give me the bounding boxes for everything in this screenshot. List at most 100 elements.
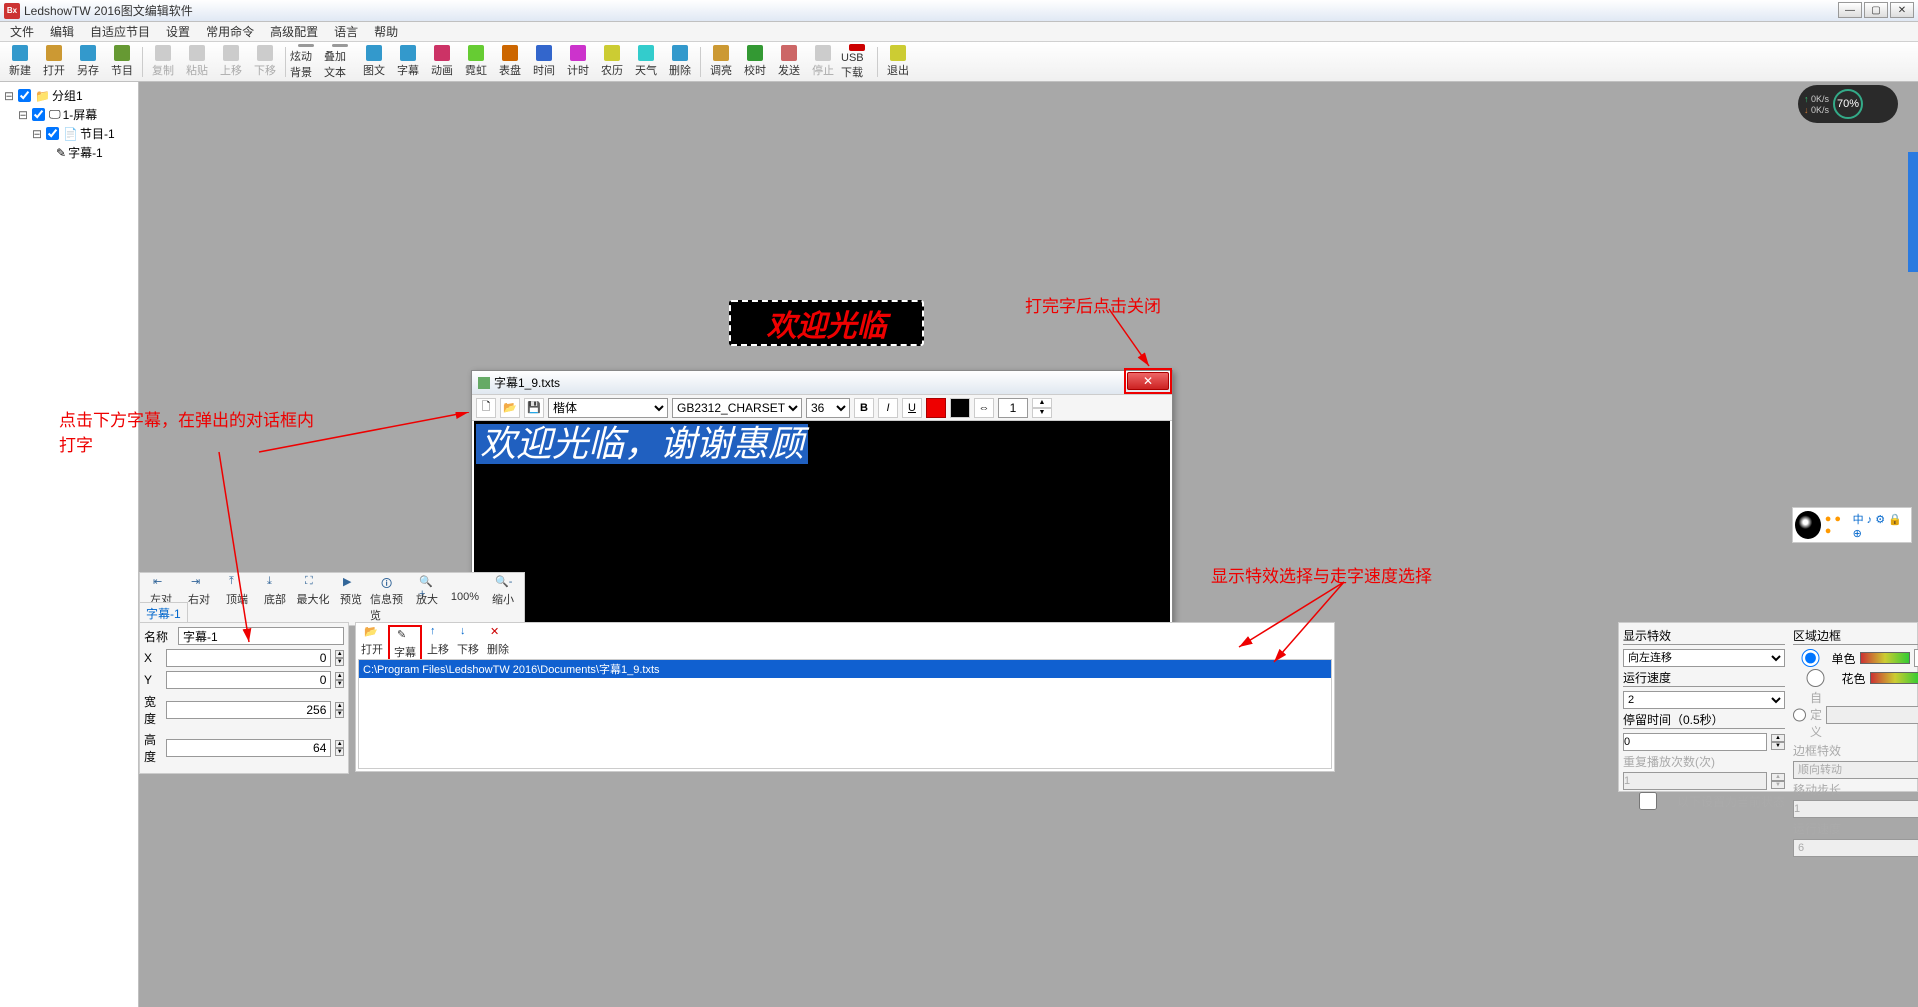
network-widget: ↑ 0K/s ↓ 0K/s 70%	[1798, 85, 1898, 123]
menu-settings[interactable]: 设置	[160, 21, 196, 42]
new-file-icon[interactable]: 🗋	[476, 398, 496, 418]
spacing-up[interactable]: ▲	[1032, 398, 1052, 408]
effect-select[interactable]: 向左连移	[1623, 649, 1785, 667]
color-black-button[interactable]	[950, 398, 970, 418]
toolbar-天气[interactable]: 天气	[630, 44, 662, 80]
fontsize-select[interactable]: 36	[806, 398, 850, 418]
border-effect-select: 顺向转动	[1793, 761, 1918, 779]
menu-language[interactable]: 语言	[328, 21, 364, 42]
toolbar-下移: 下移	[249, 44, 281, 80]
toolbar-叠加文本[interactable]: 叠加文本	[324, 44, 356, 80]
fp-up[interactable]: ↑上移	[424, 625, 452, 657]
fp-open[interactable]: 📂打开	[358, 625, 386, 657]
menu-help[interactable]: 帮助	[368, 21, 404, 42]
fp-subtitle[interactable]: ✎字幕	[391, 628, 419, 660]
toolbar-复制: 复制	[147, 44, 179, 80]
prop-y[interactable]	[166, 671, 331, 689]
toolbar-校时[interactable]: 校时	[739, 44, 771, 80]
minimize-button[interactable]: —	[1838, 2, 1862, 18]
border-flower-radio[interactable]	[1793, 669, 1838, 687]
menu-file[interactable]: 文件	[4, 21, 40, 42]
speed-select[interactable]: 2	[1623, 691, 1785, 709]
toolbar-表盘[interactable]: 表盘	[494, 44, 526, 80]
tree-group[interactable]: ⊟📁分组1	[4, 86, 134, 105]
single-val[interactable]: 1	[1914, 649, 1918, 667]
annotation-bottomright: 显示特效选择与走字速度选择	[1211, 562, 1432, 587]
tree-screen[interactable]: ⊟🖵1-屏幕	[4, 105, 134, 124]
tree-group-check[interactable]	[18, 89, 31, 102]
menu-edit[interactable]: 编辑	[44, 21, 80, 42]
font-select[interactable]: 楷体	[548, 398, 668, 418]
save-file-icon[interactable]: 💾	[524, 398, 544, 418]
underline-button[interactable]: U	[902, 398, 922, 418]
viewtool-信息预览[interactable]: 🛈信息预览	[370, 575, 408, 623]
charset-select[interactable]: GB2312_CHARSET	[672, 398, 802, 418]
color-red-button[interactable]	[926, 398, 946, 418]
file-list[interactable]: C:\Program Files\LedshowTW 2016\Document…	[358, 659, 1332, 769]
viewtool-100%[interactable]: 100%	[446, 575, 484, 623]
menu-autofit[interactable]: 自适应节目	[84, 21, 156, 42]
dialog-icon	[478, 377, 490, 389]
viewtool-预览[interactable]: ▶预览	[332, 575, 370, 623]
dialog-close-button[interactable]: ✕	[1127, 372, 1169, 390]
prop-name[interactable]	[178, 627, 344, 645]
open-file-icon[interactable]: 📂	[500, 398, 520, 418]
prop-height[interactable]	[166, 739, 331, 757]
qq-widget[interactable]: ● ● ● 中 ♪ ⚙ 🔒 ⊕	[1792, 507, 1912, 543]
border-single-radio[interactable]	[1793, 649, 1828, 667]
toolbar-退出[interactable]: 退出	[882, 44, 914, 80]
viewtool-最大化[interactable]: ⛶最大化	[294, 575, 332, 623]
fp-down[interactable]: ↓下移	[454, 625, 482, 657]
toolbar-打开[interactable]: 打开	[38, 44, 70, 80]
toolbar-粘贴: 粘贴	[181, 44, 213, 80]
file-row[interactable]: C:\Program Files\LedshowTW 2016\Document…	[359, 660, 1331, 678]
close-button[interactable]: ✕	[1890, 2, 1914, 18]
annotation-topright: 打完字后点击关闭	[1025, 292, 1161, 317]
tree-program[interactable]: ⊟📄节目-1	[4, 124, 134, 143]
fp-delete[interactable]: ✕删除	[484, 625, 512, 657]
network-percent: 70%	[1833, 89, 1863, 119]
spacing-input[interactable]	[998, 398, 1028, 418]
toolbar-发送[interactable]: 发送	[773, 44, 805, 80]
spacing-down[interactable]: ▼	[1032, 408, 1052, 418]
arrow-to-close	[1099, 304, 1179, 374]
toolbar-上移: 上移	[215, 44, 247, 80]
menu-common[interactable]: 常用命令	[200, 21, 260, 42]
toolbar-调亮[interactable]: 调亮	[705, 44, 737, 80]
menu-bar: 文件 编辑 自适应节目 设置 常用命令 高级配置 语言 帮助	[0, 22, 1918, 42]
toolbar-炫动背景[interactable]: 炫动背景	[290, 44, 322, 80]
viewtool-顶端[interactable]: ⤒顶端	[218, 575, 256, 623]
toolbar-新建[interactable]: 新建	[4, 44, 36, 80]
dialog-titlebar[interactable]: 字幕1_9.txts ✕	[472, 371, 1172, 395]
viewtool-底部[interactable]: ⤓底部	[256, 575, 294, 623]
maximize-button[interactable]: ▢	[1864, 2, 1888, 18]
toolbar-USB下载[interactable]: USB下载	[841, 44, 873, 80]
led-text: 欢迎光临	[767, 301, 887, 345]
tree-screen-check[interactable]	[32, 108, 45, 121]
tree-subtitle[interactable]: ✎字幕-1	[4, 143, 134, 162]
file-panel: 📂打开 ✎字幕 ↑上移 ↓下移 ✕删除 C:\Program Files\Led…	[355, 622, 1335, 772]
bold-button[interactable]: B	[854, 398, 874, 418]
toolbar-时间[interactable]: 时间	[528, 44, 560, 80]
viewtool-缩小[interactable]: 🔍-缩小	[484, 575, 522, 623]
menu-advanced[interactable]: 高级配置	[264, 21, 324, 42]
spacing-icon[interactable]: ⇔	[974, 398, 994, 418]
italic-button[interactable]: I	[878, 398, 898, 418]
toolbar-计时[interactable]: 计时	[562, 44, 594, 80]
toolbar-另存[interactable]: 另存	[72, 44, 104, 80]
toolbar-字幕[interactable]: 字幕	[392, 44, 424, 80]
stay-input[interactable]	[1623, 733, 1767, 751]
prop-x[interactable]	[166, 649, 331, 667]
toolbar-霓虹[interactable]: 霓虹	[460, 44, 492, 80]
toolbar-图文[interactable]: 图文	[358, 44, 390, 80]
dialog-toolbar: 🗋 📂 💾 楷体 GB2312_CHARSET 36 B I U ⇔ ▲ ▼	[472, 395, 1172, 421]
toolbar-农历[interactable]: 农历	[596, 44, 628, 80]
toolbar-节目[interactable]: 节目	[106, 44, 138, 80]
toolbar-动画[interactable]: 动画	[426, 44, 458, 80]
viewtool-放大[interactable]: 🔍+放大	[408, 575, 446, 623]
tree-program-check[interactable]	[46, 127, 59, 140]
prop-width[interactable]	[166, 701, 331, 719]
repeat-input	[1623, 772, 1767, 790]
toolbar-删除[interactable]: 删除	[664, 44, 696, 80]
window-controls: — ▢ ✕	[1838, 2, 1914, 18]
